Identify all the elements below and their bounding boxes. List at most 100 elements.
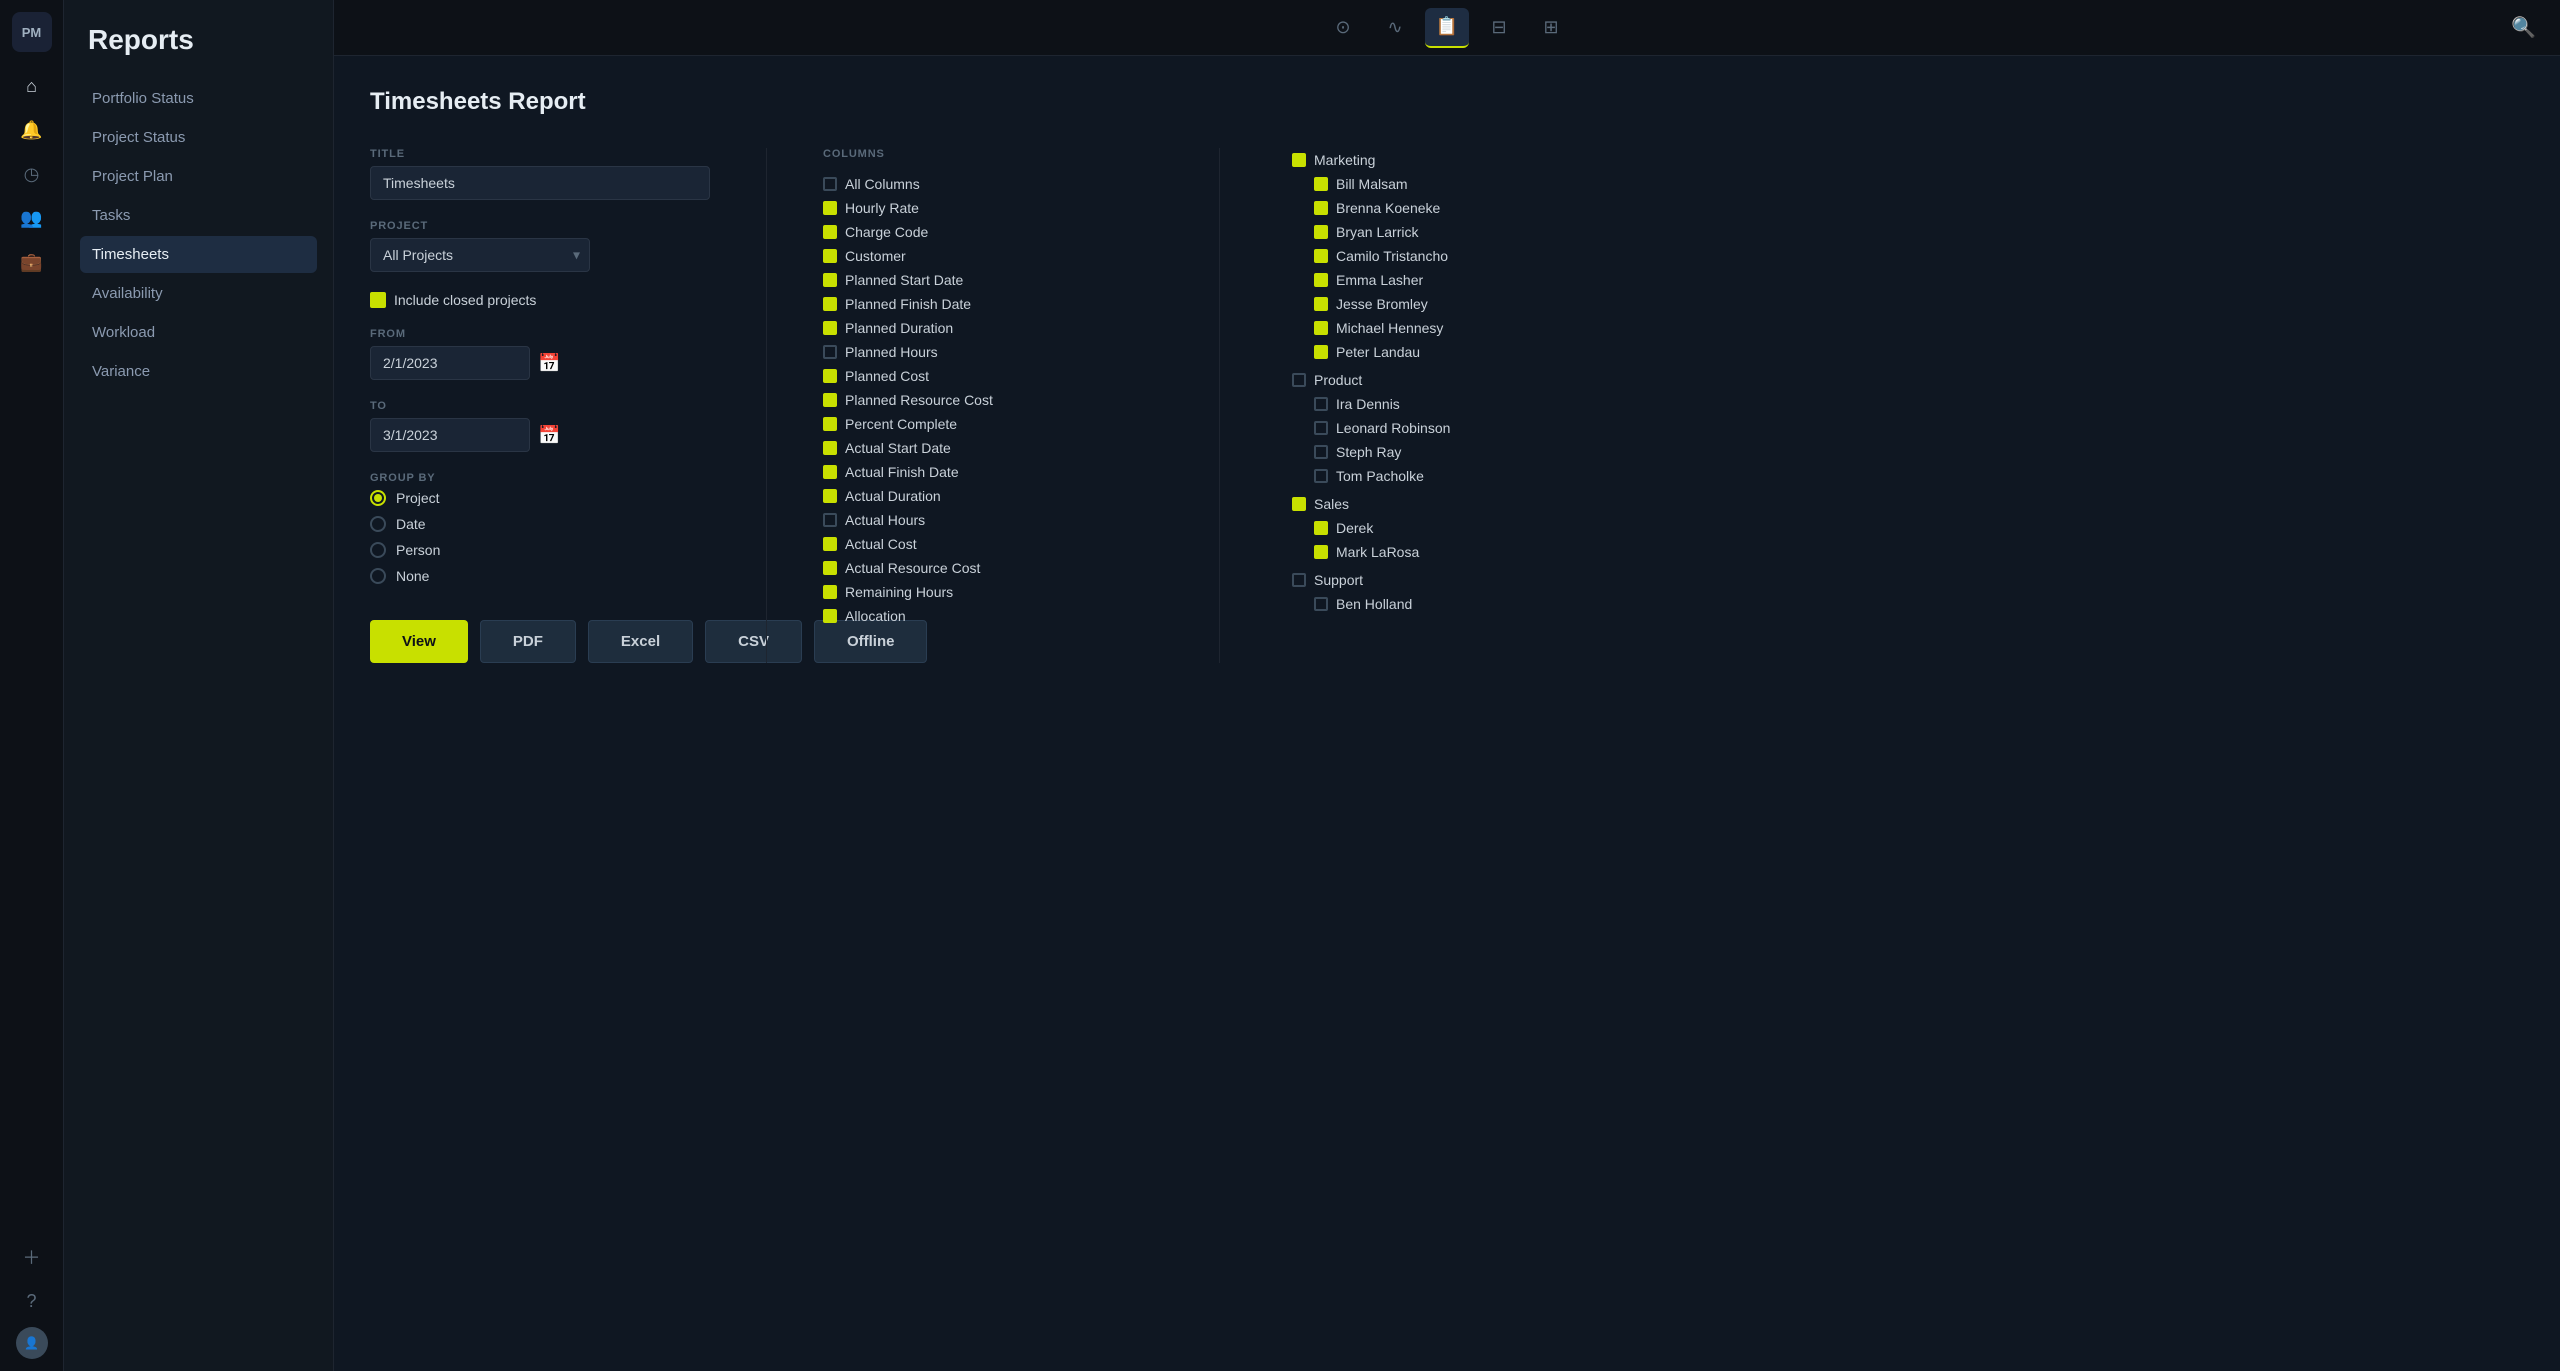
resource-member-checkbox[interactable] [1314,345,1328,359]
resource-member[interactable]: Michael Hennesy [1292,316,1536,340]
resource-member-checkbox[interactable] [1314,297,1328,311]
column-checkbox[interactable] [823,513,837,527]
column-checkbox[interactable] [823,249,837,263]
view-button[interactable]: View [370,620,468,663]
column-item[interactable]: Planned Hours [823,340,1163,364]
column-item[interactable]: Actual Resource Cost [823,556,1163,580]
nav-home-icon[interactable]: ⌂ [14,68,50,104]
resource-member[interactable]: Camilo Tristancho [1292,244,1536,268]
resource-member-checkbox[interactable] [1314,545,1328,559]
resource-member-checkbox[interactable] [1314,397,1328,411]
column-checkbox[interactable] [823,585,837,599]
column-checkbox[interactable] [823,417,837,431]
column-checkbox[interactable] [823,465,837,479]
radio-none[interactable]: None [370,568,710,584]
excel-button[interactable]: Excel [588,620,693,663]
column-checkbox[interactable] [823,393,837,407]
column-checkbox[interactable] [823,201,837,215]
resource-member[interactable]: Bryan Larrick [1292,220,1536,244]
column-checkbox[interactable] [823,537,837,551]
resource-member-checkbox[interactable] [1314,321,1328,335]
nav-bell-icon[interactable]: 🔔 [14,112,50,148]
resource-member[interactable]: Mark LaRosa [1292,540,1536,564]
topbar-clipboard-icon[interactable]: 📋 [1425,8,1469,48]
radio-btn-person[interactable] [370,542,386,558]
resource-member-checkbox[interactable] [1314,177,1328,191]
resource-group-checkbox[interactable] [1292,573,1306,587]
to-date-input[interactable] [370,418,530,452]
resource-member[interactable]: Bill Malsam [1292,172,1536,196]
column-checkbox[interactable] [823,225,837,239]
resource-group-checkbox[interactable] [1292,497,1306,511]
radio-btn-project[interactable] [370,490,386,506]
csv-button[interactable]: CSV [705,620,802,663]
resource-group-header[interactable]: Support [1292,568,1536,592]
resource-group-header[interactable]: Sales [1292,492,1536,516]
nav-help-icon[interactable]: ? [14,1283,50,1319]
resource-group-header[interactable]: Product [1292,368,1536,392]
nav-people-icon[interactable]: 👥 [14,200,50,236]
nav-add-icon[interactable]: ＋ [14,1239,50,1275]
column-item[interactable]: Planned Finish Date [823,292,1163,316]
topbar-link-icon[interactable]: ⊟ [1477,8,1521,48]
column-item[interactable]: Actual Cost [823,532,1163,556]
radio-btn-none[interactable] [370,568,386,584]
column-checkbox[interactable] [823,609,837,623]
column-item[interactable]: Planned Cost [823,364,1163,388]
resource-member[interactable]: Brenna Koeneke [1292,196,1536,220]
sidebar-item-project-status[interactable]: Project Status [80,119,317,156]
include-closed-checkbox[interactable] [370,292,386,308]
nav-briefcase-icon[interactable]: 💼 [14,244,50,280]
sidebar-item-project-plan[interactable]: Project Plan [80,158,317,195]
resource-member-checkbox[interactable] [1314,273,1328,287]
column-item[interactable]: Customer [823,244,1163,268]
resource-member[interactable]: Leonard Robinson [1292,416,1536,440]
project-select[interactable]: All Projects [370,238,590,272]
pdf-button[interactable]: PDF [480,620,576,663]
column-item[interactable]: Planned Resource Cost [823,388,1163,412]
column-item[interactable]: Planned Start Date [823,268,1163,292]
to-calendar-icon[interactable]: 📅 [538,425,560,446]
column-checkbox[interactable] [823,273,837,287]
resource-member[interactable]: Derek [1292,516,1536,540]
resource-member[interactable]: Peter Landau [1292,340,1536,364]
search-icon[interactable]: 🔍 [2511,15,2536,40]
column-checkbox[interactable] [823,345,837,359]
topbar-layout-icon[interactable]: ⊞ [1529,8,1573,48]
column-checkbox[interactable] [823,321,837,335]
column-item[interactable]: Actual Start Date [823,436,1163,460]
resource-member-checkbox[interactable] [1314,225,1328,239]
resource-member[interactable]: Emma Lasher [1292,268,1536,292]
radio-person[interactable]: Person [370,542,710,558]
column-item[interactable]: Actual Hours [823,508,1163,532]
column-item[interactable]: Actual Finish Date [823,460,1163,484]
topbar-scan-icon[interactable]: ⊙ [1321,8,1365,48]
resource-member[interactable]: Jesse Bromley [1292,292,1536,316]
sidebar-item-portfolio-status[interactable]: Portfolio Status [80,80,317,117]
title-input[interactable] [370,166,710,200]
column-item[interactable]: Planned Duration [823,316,1163,340]
sidebar-item-variance[interactable]: Variance [80,353,317,390]
resource-group-checkbox[interactable] [1292,373,1306,387]
resource-member[interactable]: Ira Dennis [1292,392,1536,416]
resource-group-header[interactable]: Marketing [1292,148,1536,172]
column-item[interactable]: Charge Code [823,220,1163,244]
resource-member-checkbox[interactable] [1314,201,1328,215]
radio-btn-date[interactable] [370,516,386,532]
radio-project[interactable]: Project [370,490,710,506]
resource-member-checkbox[interactable] [1314,597,1328,611]
resource-member[interactable]: Steph Ray [1292,440,1536,464]
column-checkbox[interactable] [823,441,837,455]
sidebar-item-availability[interactable]: Availability [80,275,317,312]
resource-member[interactable]: Tom Pacholke [1292,464,1536,488]
column-checkbox[interactable] [823,297,837,311]
column-item[interactable]: Remaining Hours [823,580,1163,604]
sidebar-item-tasks[interactable]: Tasks [80,197,317,234]
column-checkbox[interactable] [823,369,837,383]
column-item[interactable]: All Columns [823,172,1163,196]
column-item[interactable]: Percent Complete [823,412,1163,436]
column-item[interactable]: Allocation [823,604,1163,628]
resource-member-checkbox[interactable] [1314,249,1328,263]
column-checkbox[interactable] [823,561,837,575]
from-calendar-icon[interactable]: 📅 [538,353,560,374]
